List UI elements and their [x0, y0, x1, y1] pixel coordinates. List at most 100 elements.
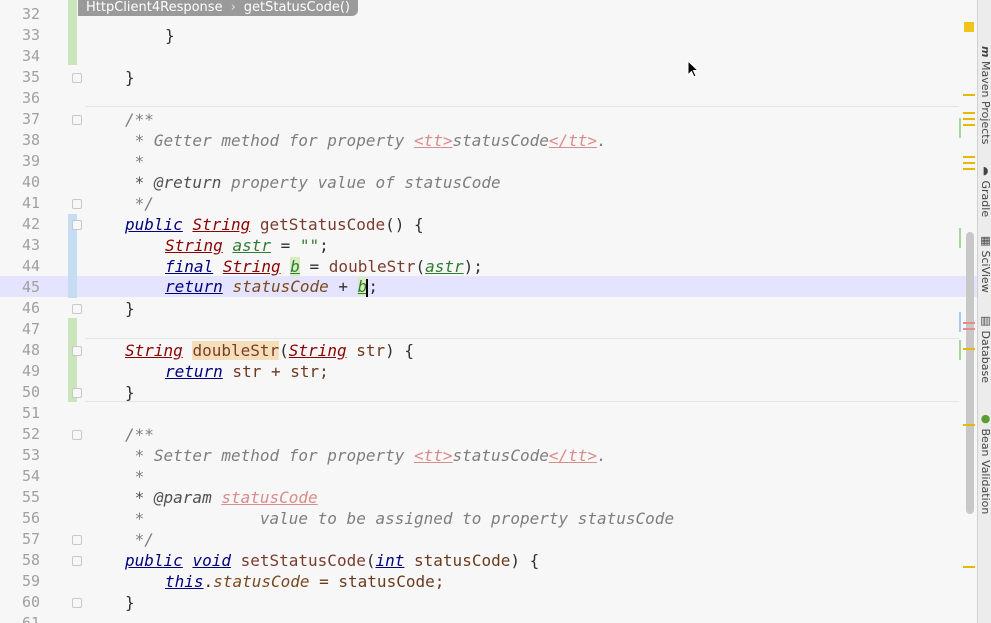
- warning-marker[interactable]: [963, 162, 975, 164]
- keyword: final: [165, 257, 214, 276]
- line-number: 54: [21, 467, 40, 485]
- line-number: 34: [21, 47, 40, 65]
- code-editor[interactable]: 32 33 34 35 36 37 38 39 40 41 42 43 44 4…: [0, 0, 977, 623]
- fold-marker[interactable]: [72, 556, 82, 566]
- warning-marker[interactable]: [963, 112, 975, 114]
- vcs-added-marker[interactable]: [68, 0, 77, 65]
- code-line[interactable]: this.statusCode = statusCode;: [165, 571, 444, 592]
- warning-marker[interactable]: [963, 348, 975, 350]
- code-line[interactable]: }: [125, 382, 135, 403]
- method-name: setStatusCode: [240, 551, 366, 570]
- code-line[interactable]: return str + str;: [165, 361, 329, 382]
- code-line[interactable]: String astr = "";: [165, 235, 329, 256]
- fold-marker[interactable]: [72, 304, 82, 314]
- field: statusCode: [213, 572, 310, 591]
- doc-tag: * @return: [125, 173, 231, 192]
- tool-tab-bean-validation[interactable]: ● Bean Validation: [978, 412, 991, 514]
- line-number: 52: [21, 425, 40, 443]
- code-line[interactable]: /**: [125, 109, 154, 130]
- warning-marker[interactable]: [963, 156, 975, 158]
- line-number: 35: [21, 68, 40, 86]
- line-number: 55: [21, 488, 40, 506]
- code-line[interactable]: public String getStatusCode() {: [125, 214, 424, 235]
- fold-marker[interactable]: [72, 388, 82, 398]
- doc-tag: * @param: [125, 488, 222, 507]
- line-number: 40: [21, 173, 40, 191]
- doc-comment: /**: [125, 425, 154, 444]
- doc-comment: statusCode: [452, 446, 549, 465]
- error-marker[interactable]: [963, 322, 975, 324]
- code-line[interactable]: final String b = doubleStr(astr);: [165, 256, 483, 277]
- fold-marker[interactable]: [72, 73, 82, 83]
- code-line[interactable]: */: [125, 529, 154, 550]
- line-number: 37: [21, 110, 40, 128]
- fold-marker[interactable]: [72, 220, 82, 230]
- doc-comment: .: [597, 131, 607, 150]
- local-variable: b: [290, 257, 300, 276]
- code-line[interactable]: * Setter method for property <tt>statusC…: [125, 445, 607, 466]
- fold-marker[interactable]: [72, 199, 82, 209]
- warning-marker[interactable]: [963, 168, 975, 170]
- doc-comment: * value to be assigned to property statu…: [125, 509, 675, 528]
- tool-tab-label: SciView: [979, 250, 991, 293]
- breadcrumb-class[interactable]: HttpClient4Response: [86, 0, 223, 15]
- line-number: 59: [21, 572, 40, 590]
- keyword: this: [165, 572, 204, 591]
- warning-marker[interactable]: [963, 124, 975, 126]
- error-marker[interactable]: [963, 328, 975, 330]
- code-line[interactable]: return statusCode + b;: [165, 276, 378, 297]
- code-line[interactable]: * value to be assigned to property statu…: [125, 508, 674, 529]
- breadcrumb-method[interactable]: getStatusCode(): [244, 0, 350, 15]
- tool-tab-maven[interactable]: m Maven Projects: [978, 46, 991, 144]
- vcs-change-marker[interactable]: [959, 312, 961, 332]
- vcs-change-marker[interactable]: [959, 228, 961, 248]
- html-tag: </tt>: [548, 131, 598, 150]
- code-line[interactable]: * @param statusCode: [125, 487, 318, 508]
- fold-marker[interactable]: [72, 346, 82, 356]
- warning-marker[interactable]: [963, 94, 975, 96]
- code-line[interactable]: * @return property value of statusCode: [125, 172, 501, 193]
- fold-marker[interactable]: [72, 598, 82, 608]
- code-line[interactable]: public void setStatusCode(int statusCode…: [125, 550, 539, 571]
- fold-marker[interactable]: [72, 115, 82, 125]
- maven-icon: m: [979, 46, 991, 58]
- warning-marker[interactable]: [963, 566, 975, 568]
- code-line[interactable]: */: [125, 193, 154, 214]
- tool-tab-sciview[interactable]: ▦ SciView: [978, 234, 991, 293]
- vcs-change-marker[interactable]: [959, 340, 961, 360]
- tool-tab-label: Maven Projects: [979, 60, 991, 145]
- sciview-icon: ▦: [979, 234, 991, 247]
- code-line[interactable]: *: [125, 151, 145, 172]
- code-line[interactable]: *: [125, 466, 145, 487]
- scrollbar-thumb[interactable]: [966, 232, 974, 514]
- keyword: return: [165, 362, 223, 381]
- tool-tab-database[interactable]: ▥ Database: [978, 314, 991, 383]
- code-line[interactable]: }: [125, 67, 135, 88]
- punctuation: () {: [385, 215, 424, 234]
- tool-tab-label: Bean Validation: [979, 428, 991, 515]
- doc-comment: statusCode: [452, 131, 549, 150]
- line-number: 51: [21, 404, 40, 422]
- code-line[interactable]: }: [125, 298, 135, 319]
- method-name: doubleStr: [192, 341, 280, 360]
- brace: }: [165, 26, 175, 45]
- warning-marker[interactable]: [963, 118, 975, 120]
- tool-tab-gradle[interactable]: ◗ Gradle: [978, 164, 991, 217]
- warning-marker[interactable]: [963, 424, 975, 426]
- method-separator: [85, 338, 959, 339]
- code-line[interactable]: /**: [125, 424, 154, 445]
- fold-marker[interactable]: [72, 535, 82, 545]
- expression: str + str;: [222, 362, 329, 381]
- code-line[interactable]: * Getter method for property <tt>statusC…: [125, 130, 607, 151]
- breadcrumb-separator: ›: [230, 0, 236, 15]
- vcs-change-marker[interactable]: [959, 118, 961, 138]
- warning-marker[interactable]: [964, 22, 974, 32]
- punctuation: (: [415, 257, 426, 276]
- code-line[interactable]: String doubleStr(String str) {: [125, 340, 414, 361]
- operator: =: [299, 257, 329, 276]
- fold-marker[interactable]: [72, 430, 82, 440]
- code-line[interactable]: }: [125, 592, 135, 613]
- code-line[interactable]: }: [165, 25, 175, 46]
- line-number: 36: [21, 89, 40, 107]
- breadcrumb: HttpClient4Response › getStatusCode(): [78, 0, 358, 16]
